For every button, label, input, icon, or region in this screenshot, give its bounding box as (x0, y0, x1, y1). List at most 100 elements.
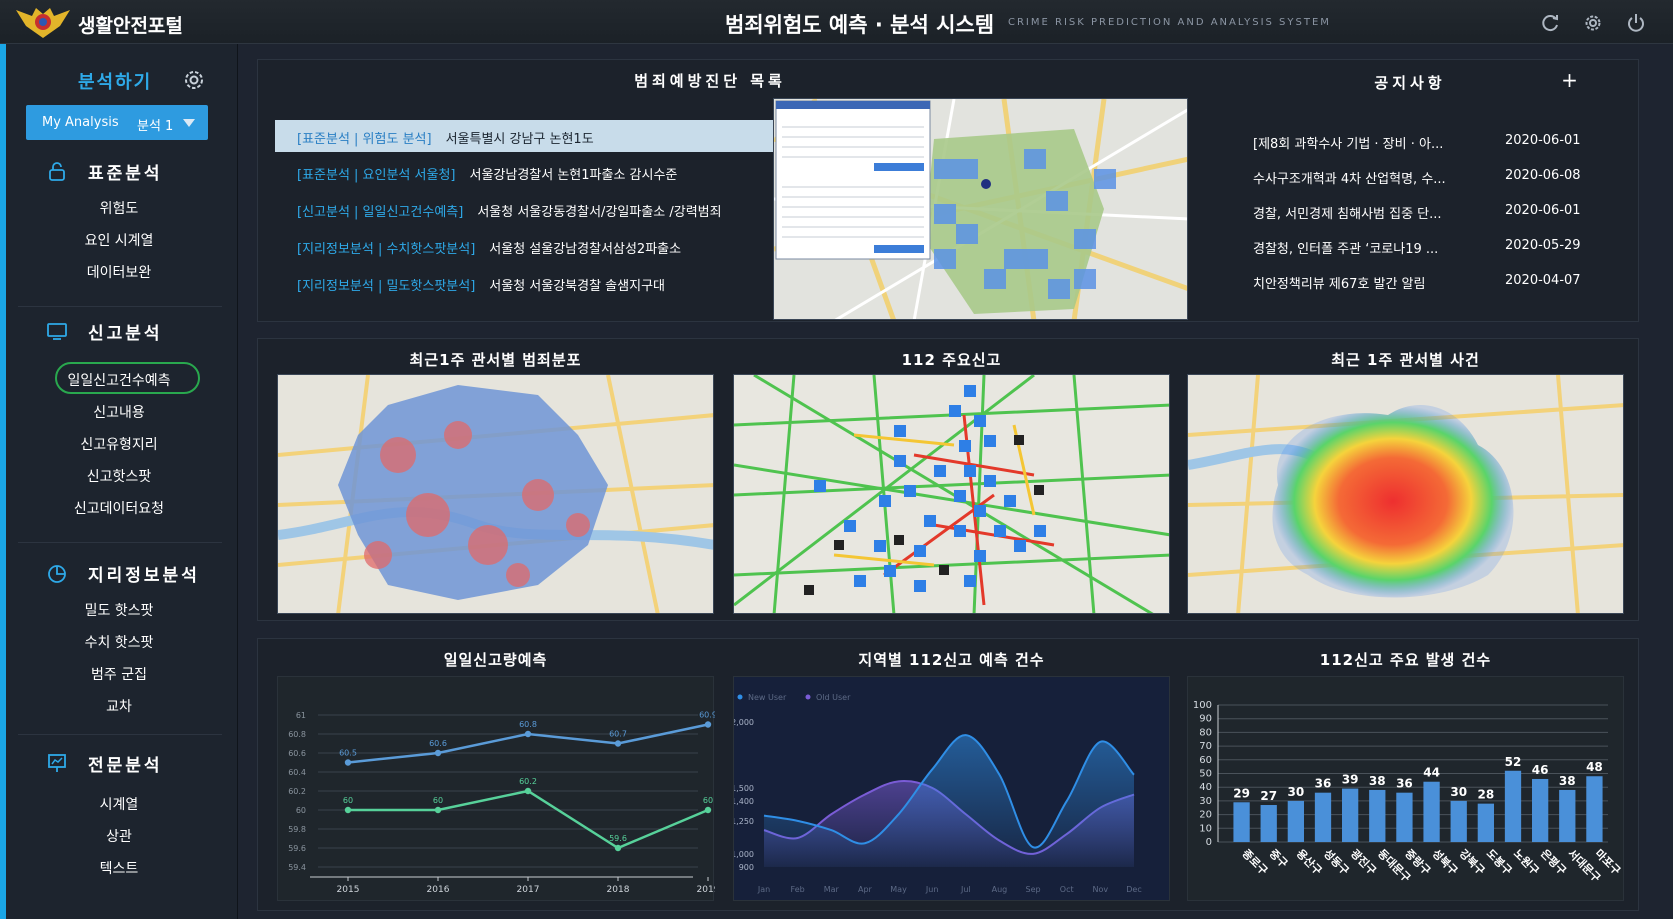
menu-item-report-geo[interactable]: 신고유형지리 (0, 434, 238, 454)
x-tick-label: Nov (1093, 885, 1109, 894)
pie-icon (48, 565, 66, 583)
notice-date: 2020-04-07 (1505, 273, 1581, 288)
diagnosis-row[interactable]: [지리정보분석 | 밀도핫스팟분석] 서울청 서울강북경찰 솔샘지구대 (275, 275, 665, 307)
weekly-incidents-graphic (1188, 375, 1623, 613)
y-tick-label: 60 (1199, 755, 1212, 766)
x-tick-label: Sep (1026, 885, 1041, 894)
emergency-reports-graphic (734, 375, 1169, 613)
menu-item-daily-forecast[interactable]: 일일신고건수예측 (0, 370, 238, 390)
analysis-select-left: My Analysis (42, 115, 119, 130)
diagnosis-preview-map[interactable] (773, 98, 1188, 320)
menu-item-numeric-hotspot[interactable]: 수치 핫스팟 (0, 632, 238, 652)
menu-item-text[interactable]: 텍스트 (0, 858, 238, 878)
data-label: 60.6 (429, 739, 447, 748)
bar (1233, 802, 1250, 842)
diagnosis-row[interactable]: [표준분석 | 위험도 분석] 서울특별시 강남구 논현1도 (275, 120, 775, 152)
crime-distribution-map[interactable] (277, 374, 714, 614)
y-tick-label: 60 (296, 806, 306, 815)
preview-map-graphic (774, 99, 1187, 319)
bar (1532, 778, 1549, 842)
emergency-reports-map[interactable] (733, 374, 1170, 614)
data-point (344, 806, 352, 814)
y-tick-label: 60.8 (288, 730, 306, 739)
menu-item-timeseries[interactable]: 시계열 (0, 794, 238, 814)
notice-item[interactable]: 경찰청, 인터폴 주관 ‘코로나19 ... (1253, 238, 1438, 257)
data-label: 46 (1532, 763, 1549, 777)
diagnosis-tag: [신고분석 | 일일신고건수예측] (297, 205, 464, 220)
notice-item[interactable]: [제8회 과학수사 기법 · 장비 · 아... (1253, 133, 1443, 152)
refresh-icon[interactable] (1539, 12, 1561, 34)
diagnosis-tag: [표준분석 | 요인분석 서울청] (297, 168, 456, 183)
system-subtitle: CRIME RISK PREDICTION AND ANALYSIS SYSTE… (1008, 17, 1331, 28)
legend-label: Old User (816, 693, 851, 702)
menu-item-report-hotspot[interactable]: 신고핫스팟 (0, 466, 238, 486)
monitor-icon (47, 323, 67, 340)
bar (1287, 800, 1304, 842)
y-tick-label: 61 (296, 711, 306, 720)
legend-label: New User (748, 693, 787, 702)
menu-item-report-content[interactable]: 신고내용 (0, 402, 238, 422)
menu-item-factor-timeseries[interactable]: 요인 시계열 (0, 230, 238, 250)
menu-item-data-supplement[interactable]: 데이터보완 (0, 262, 238, 282)
bar (1396, 792, 1413, 842)
data-label: 60.8 (519, 720, 537, 729)
data-label: 60.7 (609, 730, 627, 739)
gear-icon[interactable] (1582, 12, 1604, 34)
section-title[interactable]: 표준분석 (88, 159, 163, 184)
data-label: 60 (433, 796, 443, 805)
major-incidents-chart: 0 10 20 30 40 50 60 70 80 90 100 29 종로구 27 중구 30 용산구 36 성동… (1187, 676, 1624, 901)
section-title[interactable]: 신고분석 (88, 319, 163, 344)
notice-item[interactable]: 치안정책리뷰 제67호 발간 알림 (1253, 273, 1425, 292)
section-title[interactable]: 전문분석 (88, 751, 163, 776)
data-point (704, 806, 712, 814)
legend-marker (805, 694, 811, 700)
analysis-title: 분석하기 (78, 72, 153, 93)
weekly-incidents-heatmap[interactable] (1187, 374, 1624, 614)
notice-add-button[interactable]: + (1560, 68, 1580, 92)
series-line (348, 789, 709, 850)
data-label: 44 (1423, 766, 1440, 780)
y-tick-label: 20 (1199, 810, 1212, 821)
section-title[interactable]: 지리정보분석 (88, 561, 200, 586)
x-tick-label: Aug (992, 885, 1008, 894)
y-tick-label: 70 (1199, 741, 1212, 752)
power-icon[interactable] (1625, 12, 1647, 34)
chevron-down-icon (183, 119, 195, 127)
y-tick-label: 60.4 (288, 768, 306, 777)
x-tick-label: Apr (858, 885, 873, 894)
x-tick-label: 노원구 (1511, 846, 1542, 877)
data-label: 59.6 (609, 834, 627, 843)
menu-item-correlation[interactable]: 상관 (0, 826, 238, 846)
x-tick-label: 2017 (517, 885, 540, 895)
diagnosis-row[interactable]: [표준분석 | 요인분석 서울청] 서울강남경찰서 논현1파출소 감시수준 (275, 164, 677, 196)
notice-date: 2020-06-08 (1505, 168, 1581, 183)
menu-item-density-hotspot[interactable]: 밀도 핫스팟 (0, 600, 238, 620)
diagnosis-row[interactable]: [지리정보분석 | 수치핫스팟분석] 서울청 설울강남경찰서삼성2파출소 (275, 238, 681, 270)
data-point (614, 740, 622, 747)
data-label: 48 (1586, 760, 1603, 774)
x-tick-label: Jul (960, 885, 971, 894)
y-tick-label: 60.2 (288, 787, 306, 796)
analysis-settings-icon[interactable] (182, 68, 206, 92)
notice-date: 2020-06-01 (1505, 203, 1581, 218)
brand-name[interactable]: 생활안전포털 (78, 11, 183, 38)
regional-forecast-svg: 900 1,000 1,250 1,400 1,500 2,000 Jan Feb Mar Apr… (731, 693, 1142, 894)
x-tick-label: 2016 (427, 885, 450, 895)
analysis-select-value: 분석 1 (137, 119, 174, 134)
diagnosis-text: 서울청 설울강남경찰서삼성2파출소 (489, 242, 682, 257)
lock-icon (49, 162, 65, 181)
notice-item[interactable]: 수사구조개혁과 4차 산업혁명, 수... (1253, 168, 1446, 187)
data-label: 27 (1260, 789, 1277, 803)
diagnosis-row[interactable]: [신고분석 | 일일신고건수예측] 서울청 서울강동경찰서/강일파출소 /강력범죄 (275, 201, 722, 233)
menu-item-risk[interactable]: 위험도 (0, 198, 238, 218)
x-tick-label: May (890, 885, 907, 894)
y-tick-label: 90 (1199, 714, 1212, 725)
menu-item-report-data-request[interactable]: 신고데이터요청 (0, 498, 238, 518)
menu-item-category-cluster[interactable]: 범주 군집 (0, 664, 238, 684)
analysis-select[interactable]: My Analysis 분석 1 (26, 105, 208, 140)
x-tick-label: Jan (757, 885, 770, 894)
notice-item[interactable]: 경찰, 서민경제 침해사범 집중 단... (1253, 203, 1442, 222)
y-tick-label: 59.8 (288, 825, 306, 834)
menu-item-intersection[interactable]: 교차 (0, 696, 238, 716)
notice-title: 공지사항 (1374, 74, 1446, 92)
